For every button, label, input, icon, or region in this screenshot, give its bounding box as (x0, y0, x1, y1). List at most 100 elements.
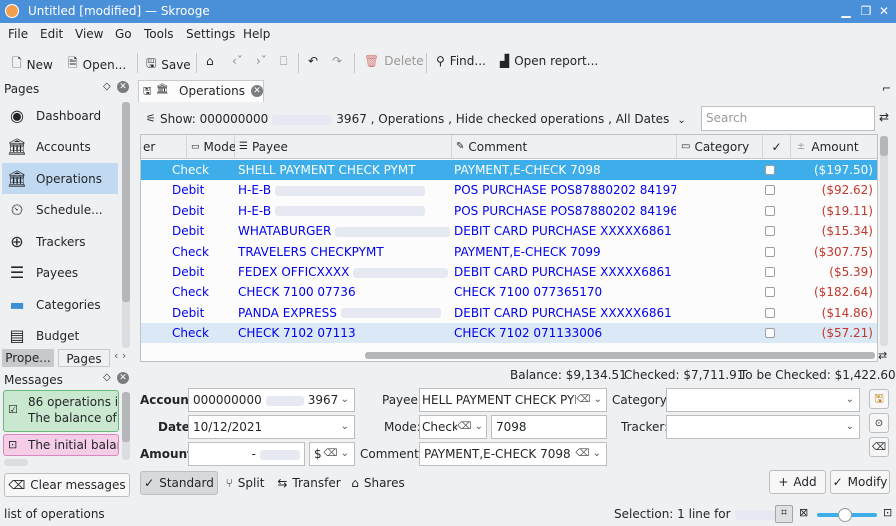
table-row[interactable]: Check TRAVELERS CHECKPYMT PAYMENT,E-CHECK … (141, 242, 877, 262)
zoom-reset-icon[interactable]: ⊠ (799, 506, 808, 519)
table-hscroll-thumb[interactable] (365, 352, 875, 359)
options-button[interactable]: ⊙ (869, 413, 889, 433)
pages-scrollbar-thumb[interactable] (122, 102, 130, 302)
sidebar-item-schedule[interactable]: ⏲ Schedule... (2, 194, 118, 225)
table-hscroll[interactable] (365, 352, 875, 359)
menu-file[interactable]: File (8, 27, 28, 41)
menu-tools[interactable]: Tools (144, 27, 174, 41)
checked-checkbox[interactable] (765, 226, 775, 237)
standard-tab[interactable]: ✓ Standard (140, 471, 218, 495)
tracker-combo[interactable]: ⌄ (666, 415, 860, 439)
column-header-payee[interactable]: ☰ Payee (235, 135, 452, 159)
messages-scrollbar-thumb[interactable] (122, 392, 130, 442)
tab-scroll-arrows[interactable]: ‹ › (114, 349, 126, 362)
clear-form-button[interactable]: ⌫ (869, 437, 889, 457)
pages-scrollbar[interactable] (122, 102, 130, 348)
amount-field[interactable]: - (188, 442, 305, 466)
checked-checkbox[interactable] (765, 307, 775, 318)
filter-combo[interactable]: Show: 000000000 3967 , Operations , Hide … (160, 112, 686, 126)
new-button[interactable]: 🗋 New (12, 54, 53, 75)
messages-hscroll[interactable] (4, 459, 28, 466)
float-icon[interactable]: ◇ (103, 81, 111, 92)
save-button[interactable]: 🖫 Save (146, 54, 191, 75)
checked-checkbox[interactable] (765, 267, 775, 277)
minimize-button[interactable]: ▁ (838, 3, 854, 19)
shares-tab[interactable]: ⌂ Shares (349, 471, 407, 495)
menu-help[interactable]: Help (243, 27, 270, 41)
column-options-icon[interactable]: ⇄ (878, 349, 887, 362)
table-row[interactable]: Debit H-E-B POS PURCHASE POS87880202 84197… (141, 180, 877, 200)
table-row[interactable]: Debit FEDEX OFFICXXXX DEBIT CARD PURCHASE … (141, 262, 877, 282)
filter-options-icon[interactable]: ⇄ (879, 110, 889, 124)
bookmark-button[interactable]: ⎕ (280, 54, 287, 69)
close-button[interactable]: ✕ (876, 3, 892, 19)
table-row[interactable]: Debit PANDA EXPRESS DEBIT CARD PURCHASE XX… (141, 303, 877, 323)
sidebar-item-categories[interactable]: ▬ Categories (2, 289, 118, 320)
fit-icon[interactable]: ⌗ (775, 505, 793, 523)
zoom-slider-handle[interactable] (838, 508, 852, 522)
sidebar-item-payees[interactable]: ☰ Payees (2, 257, 118, 288)
search-input[interactable]: Search (701, 106, 875, 131)
category-combo[interactable]: ⌄ (666, 388, 860, 412)
open-report-button[interactable]: ▟ Open report... (500, 54, 598, 68)
table-row[interactable]: Check SHELL PAYMENT CHECK PYMT PAYMENT,E-C… (141, 160, 877, 180)
checked-checkbox[interactable] (765, 246, 775, 257)
table-vscroll[interactable] (880, 136, 888, 346)
close-tab-icon[interactable]: ✕ (251, 85, 263, 97)
table-row[interactable]: Debit WHATABURGER DEBIT CARD PURCHASE XXXX… (141, 221, 877, 241)
checked-checkbox[interactable] (765, 185, 775, 196)
menu-settings[interactable]: Settings (186, 27, 235, 41)
redo-button[interactable]: ↷ (332, 54, 342, 68)
float-icon[interactable]: ◇ (103, 372, 111, 383)
close-panel-icon[interactable]: ✕ (117, 372, 129, 384)
open-button[interactable]: 🗎 Open... (68, 54, 126, 75)
messages-scrollbar[interactable] (122, 392, 130, 460)
home-button[interactable]: ⌂ (206, 54, 214, 68)
menu-edit[interactable]: Edit (40, 27, 63, 41)
table-vscroll-thumb[interactable] (880, 136, 888, 156)
comment-combo[interactable]: PAYMENT,E-CHECK 7098 ⌫ ⌄ (419, 442, 607, 466)
find-button[interactable]: ⚲ Find... (436, 54, 486, 68)
checked-checkbox[interactable] (765, 287, 775, 298)
menu-go[interactable]: Go (115, 27, 132, 41)
split-tab[interactable]: ⑂ Split (222, 471, 268, 495)
forward-button[interactable]: ›ˇ (256, 54, 267, 68)
undo-button[interactable]: ↶ (308, 54, 318, 68)
menu-view[interactable]: View (75, 27, 103, 41)
tab-list-icon[interactable]: ⌐ (882, 82, 891, 95)
column-header-mode[interactable]: ▭ Mode (187, 135, 236, 159)
add-button[interactable]: + Add (769, 470, 826, 494)
close-panel-icon[interactable]: ✕ (117, 81, 129, 93)
tab-operations[interactable]: 🖫 🏛 Operations ✕ (138, 80, 264, 102)
sidebar-item-budget[interactable]: ▤ Budget (2, 320, 118, 351)
payee-combo[interactable]: HELL PAYMENT CHECK PYMT ⌫ ⌄ (419, 388, 607, 412)
column-header-category[interactable]: ▭ Category (677, 135, 763, 159)
table-row[interactable]: Check CHECK 7102 07113 CHECK 7102 07113300… (141, 323, 877, 344)
modify-button[interactable]: ✓ Modify (830, 470, 890, 494)
column-header-amount[interactable]: ± Amount (791, 135, 877, 159)
sidebar-item-trackers[interactable]: ⊕ Trackers (2, 226, 118, 257)
date-field[interactable]: 10/12/2021 ⌄ (188, 415, 355, 439)
maximize-button[interactable]: ❐ (858, 3, 874, 19)
save-template-button[interactable]: 🖫 (869, 389, 889, 409)
back-button[interactable]: ‹ˇ (232, 54, 243, 68)
delete-button[interactable]: 🗑 Delete (364, 54, 424, 68)
column-header-checked[interactable]: ✓ (763, 135, 791, 159)
sidebar-item-accounts[interactable]: 🏛 Accounts (2, 131, 118, 162)
clear-messages-button[interactable]: ⌫ Clear messages (4, 473, 130, 497)
checked-checkbox[interactable] (765, 205, 775, 216)
mode-combo[interactable]: Check ⌫ ⌄ (419, 415, 487, 439)
sidebar-item-dashboard[interactable]: ◉ Dashboard (2, 100, 118, 131)
table-row[interactable]: Debit H-E-B POS PURCHASE POS87880202 84196… (141, 201, 877, 221)
tab-pages[interactable]: Pages (58, 349, 110, 367)
transfer-tab[interactable]: ⇆ Transfer (274, 471, 344, 495)
tab-properties[interactable]: Prope... (2, 349, 54, 367)
sidebar-item-operations[interactable]: 🏛 Operations (2, 163, 118, 194)
checked-checkbox[interactable] (765, 165, 775, 175)
checked-checkbox[interactable] (765, 328, 775, 339)
fullscreen-icon[interactable]: ⊡ (883, 506, 892, 519)
column-header-comment[interactable]: ✎ Comment (452, 135, 677, 159)
number-field[interactable]: 7098 (491, 415, 607, 439)
column-header-number[interactable]: er (141, 135, 187, 159)
account-combo[interactable]: 000000000 3967 ⌄ (188, 388, 355, 412)
